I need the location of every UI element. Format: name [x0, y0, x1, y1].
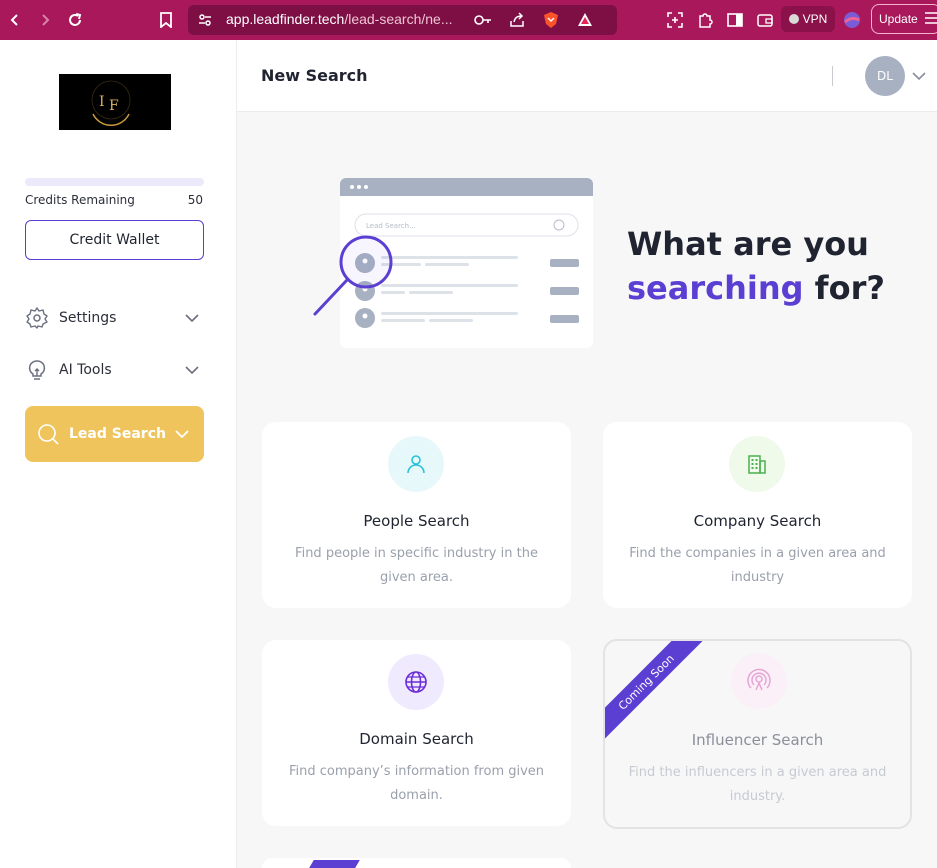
hero-heading: What are you searching for? — [627, 222, 885, 310]
hero-line-1: What are you — [627, 225, 869, 263]
top-header: New Search DL — [237, 40, 937, 112]
menu-icon — [924, 11, 937, 27]
illustration-search-placeholder: Lead Search... — [366, 222, 416, 230]
hero-accent-word: searching — [627, 269, 804, 307]
search-icon — [37, 423, 59, 445]
app-logo[interactable]: I F — [59, 74, 171, 130]
card-influencer-search: Influencer Search Find the influencers i… — [603, 639, 912, 829]
card-partial — [262, 858, 571, 868]
reload-icon[interactable] — [64, 9, 86, 31]
card-description: Find company’s information from given do… — [288, 764, 545, 803]
avatar[interactable]: DL — [865, 56, 905, 96]
credits-progress-bar — [25, 178, 204, 186]
sidebar-item-lead-search[interactable]: Lead Search — [25, 406, 204, 462]
search-illustration: Lead Search... — [310, 176, 600, 356]
chevron-down-icon[interactable] — [911, 68, 927, 84]
vpn-button[interactable]: VPN — [781, 6, 835, 32]
url-text: app.leadfinder.tech/lead-search/ne... — [226, 11, 453, 27]
brave-shield-icon[interactable] — [540, 9, 562, 31]
broadcast-icon — [731, 653, 787, 709]
hero-line-2: searching for? — [627, 266, 885, 310]
chevron-down-icon — [184, 310, 200, 326]
hero-line-2-rest: for? — [803, 269, 885, 307]
svg-text:F: F — [109, 98, 119, 114]
bookmark-icon[interactable] — [155, 9, 177, 31]
chevron-down-icon — [184, 362, 200, 378]
card-company-search[interactable]: Company Search Find the companies in a g… — [603, 422, 912, 608]
globe-icon — [388, 654, 444, 710]
card-title: Influencer Search — [691, 731, 824, 749]
card-title: Domain Search — [359, 730, 474, 748]
profile-icon[interactable] — [841, 9, 863, 31]
share-icon[interactable] — [506, 9, 528, 31]
vpn-label: VPN — [802, 12, 828, 26]
page-title: New Search — [261, 66, 368, 85]
building-icon — [729, 436, 785, 492]
sidebar-item-label: Lead Search — [69, 426, 166, 442]
credits-value: 50 — [187, 193, 203, 207]
update-button[interactable]: Update — [871, 4, 937, 34]
card-title: Company Search — [693, 512, 822, 530]
person-icon — [388, 436, 444, 492]
update-label: Update — [879, 12, 918, 26]
brave-rewards-icon[interactable] — [574, 9, 596, 31]
sidebar-item-settings[interactable]: Settings — [25, 298, 204, 338]
coming-soon-ribbon: Coming Soon — [605, 641, 707, 743]
svg-text:I: I — [99, 94, 105, 110]
forward-icon[interactable] — [34, 9, 56, 31]
back-icon[interactable] — [4, 9, 26, 31]
sidebar-item-ai-tools[interactable]: AI Tools — [25, 350, 204, 390]
site-settings-icon[interactable] — [194, 9, 216, 31]
wallet-icon[interactable] — [754, 9, 776, 31]
key-icon[interactable] — [472, 9, 494, 31]
card-people-search[interactable]: People Search Find people in specific in… — [262, 422, 571, 608]
address-bar[interactable]: app.leadfinder.tech/lead-search/ne... — [188, 5, 617, 35]
vpn-status-icon — [788, 14, 799, 24]
sidebar-item-label: Settings — [59, 310, 117, 326]
lightbulb-icon — [25, 358, 49, 382]
sidebar-toggle-icon[interactable] — [724, 9, 746, 31]
credit-wallet-button[interactable]: Credit Wallet — [25, 220, 204, 260]
sidebar-item-label: AI Tools — [59, 362, 112, 378]
card-description: Find the companies in a given area and i… — [629, 546, 886, 585]
card-description: Find people in specific industry in the … — [295, 546, 538, 585]
sidebar: I F Credits Remaining 50 Credit Wallet S… — [0, 40, 237, 868]
credits-label: Credits Remaining — [25, 193, 135, 207]
extensions-icon[interactable] — [694, 9, 716, 31]
card-domain-search[interactable]: Domain Search Find company’s information… — [262, 640, 571, 826]
card-description: Find the influencers in a given area and… — [628, 765, 887, 804]
ribbon-fragment — [302, 860, 360, 868]
gear-icon — [25, 306, 49, 330]
chevron-down-icon — [174, 426, 190, 442]
screenshot-icon[interactable] — [664, 9, 686, 31]
browser-toolbar: app.leadfinder.tech/lead-search/ne... VP… — [0, 0, 937, 40]
card-title: People Search — [363, 512, 470, 530]
header-divider — [832, 66, 833, 86]
